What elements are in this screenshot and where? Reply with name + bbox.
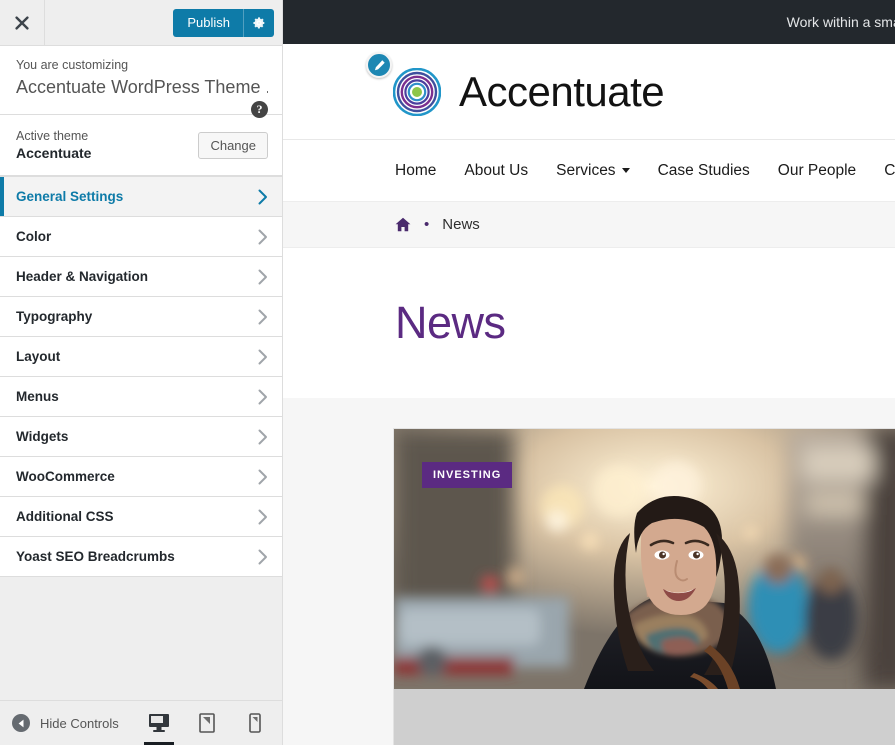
device-preview-group — [142, 701, 272, 745]
sidebar-item-woocommerce[interactable]: WooCommerce — [0, 457, 282, 497]
edit-pencil-icon[interactable] — [366, 52, 392, 78]
active-theme-name: Accentuate — [16, 145, 92, 161]
hide-controls-button[interactable]: Hide Controls — [12, 714, 119, 732]
news-card-list: INVESTING — [283, 398, 895, 745]
nav-item-label: Home — [395, 161, 437, 179]
nav-item-care[interactable]: Care — [884, 162, 895, 180]
chevron-right-icon — [258, 549, 267, 564]
change-theme-button[interactable]: Change — [198, 131, 268, 159]
sidebar-item-yoast-seo-breadcrumbs[interactable]: Yoast SEO Breadcrumbs — [0, 537, 282, 577]
customizer-header: Publish — [0, 0, 282, 46]
site-header: Accentuate — [283, 44, 895, 139]
chevron-right-icon — [258, 189, 267, 204]
nav-item-label: Services — [556, 161, 616, 179]
sidebar-item-label: Typography — [16, 309, 93, 324]
publish-settings-button[interactable] — [244, 8, 274, 37]
mobile-icon — [249, 713, 261, 733]
customizer-app: Publish You are customizing Accentuate W… — [0, 0, 895, 745]
gear-icon — [253, 16, 265, 28]
sidebar-item-header-navigation[interactable]: Header & Navigation — [0, 257, 282, 297]
sidebar-item-label: WooCommerce — [16, 469, 115, 484]
customizer-footer: Hide Controls — [0, 700, 282, 745]
tablet-icon — [199, 713, 215, 733]
nav-item-label: Our People — [777, 161, 857, 179]
active-theme-row: Active theme Accentuate Change — [0, 115, 282, 176]
sidebar-item-label: Header & Navigation — [16, 269, 149, 284]
nav-item-home[interactable]: Home — [395, 162, 436, 180]
chevron-right-icon — [258, 309, 267, 324]
sidebar-item-general-settings[interactable]: General Settings — [0, 177, 282, 217]
chevron-right-icon — [258, 469, 267, 484]
sidebar-item-label: Widgets — [16, 429, 69, 444]
admin-topbar: Work within a small or medium si — [283, 0, 895, 44]
card-category-badge: INVESTING — [422, 462, 513, 488]
customizer-sidebar: Publish You are customizing Accentuate W… — [0, 0, 283, 745]
sidebar-item-label: Additional CSS — [16, 509, 114, 524]
device-tablet-button[interactable] — [190, 701, 224, 745]
site-preview: Work within a small or medium si Accentu… — [283, 0, 895, 745]
sidebar-item-widgets[interactable]: Widgets — [0, 417, 282, 457]
accentuate-rings-logo — [393, 67, 441, 116]
nav-item-label: Case Studies — [657, 161, 750, 179]
page-title-wrap: News — [283, 248, 895, 398]
chevron-right-icon — [258, 389, 267, 404]
sidebar-item-color[interactable]: Color — [0, 217, 282, 257]
active-theme-label: Active theme — [16, 129, 89, 143]
customizing-panel: You are customizing Accentuate WordPress… — [0, 46, 282, 118]
device-mobile-button[interactable] — [238, 701, 272, 745]
site-nav-wrap: Home About Us Services Case Studies Our Peop… — [283, 139, 895, 201]
sidebar-item-label: Color — [16, 229, 52, 244]
nav-item-case-studies[interactable]: Case Studies — [658, 162, 750, 180]
chevron-right-icon — [258, 349, 267, 364]
collapse-left-icon — [12, 714, 30, 732]
close-x-icon — [15, 15, 29, 30]
customizing-title: Accentuate WordPress Theme ... — [16, 77, 268, 97]
page-title: News — [395, 297, 506, 348]
publish-group: Publish — [173, 8, 274, 37]
sidebar-item-label: General Settings — [16, 189, 124, 204]
hide-controls-label: Hide Controls — [40, 715, 119, 731]
nav-item-about-us[interactable]: About Us — [464, 162, 528, 180]
breadcrumb-separator: • — [424, 216, 430, 233]
sidebar-item-layout[interactable]: Layout — [0, 337, 282, 377]
publish-button[interactable]: Publish — [173, 8, 244, 37]
desktop-icon — [149, 714, 169, 732]
sidebar-item-label: Menus — [16, 389, 59, 404]
chevron-down-icon — [621, 168, 630, 173]
chevron-right-icon — [258, 509, 267, 524]
nav-item-our-people[interactable]: Our People — [778, 162, 856, 180]
device-desktop-button[interactable] — [142, 701, 176, 745]
breadcrumb: • News — [283, 201, 895, 248]
breadcrumb-current: News — [442, 216, 480, 233]
chevron-right-icon — [258, 429, 267, 444]
sidebar-item-typography[interactable]: Typography — [0, 297, 282, 337]
sidebar-item-label: Yoast SEO Breadcrumbs — [16, 549, 175, 564]
chevron-right-icon — [258, 229, 267, 244]
admin-topbar-text: Work within a small or medium si — [786, 14, 895, 30]
sidebar-item-menus[interactable]: Menus — [0, 377, 282, 417]
active-theme-info: Active theme Accentuate — [16, 129, 91, 161]
sidebar-item-additional-css[interactable]: Additional CSS — [0, 497, 282, 537]
home-icon[interactable] — [395, 217, 411, 232]
site-brand[interactable]: Accentuate — [393, 67, 665, 116]
site-title: Accentuate — [459, 67, 665, 115]
help-icon[interactable]: ? — [251, 101, 268, 118]
sidebar-item-label: Layout — [16, 349, 61, 364]
close-customizer-button[interactable] — [0, 0, 45, 45]
nav-item-label: Care — [884, 161, 895, 179]
site-nav: Home About Us Services Case Studies Our Peop… — [283, 162, 895, 180]
chevron-right-icon — [258, 269, 267, 284]
customizing-label: You are customizing — [16, 58, 129, 72]
news-card[interactable]: INVESTING — [393, 428, 895, 745]
nav-item-label: About Us — [464, 161, 529, 179]
nav-item-services[interactable]: Services — [556, 161, 630, 180]
customizer-section-list: General Settings Color Header & Navigation… — [0, 176, 282, 700]
